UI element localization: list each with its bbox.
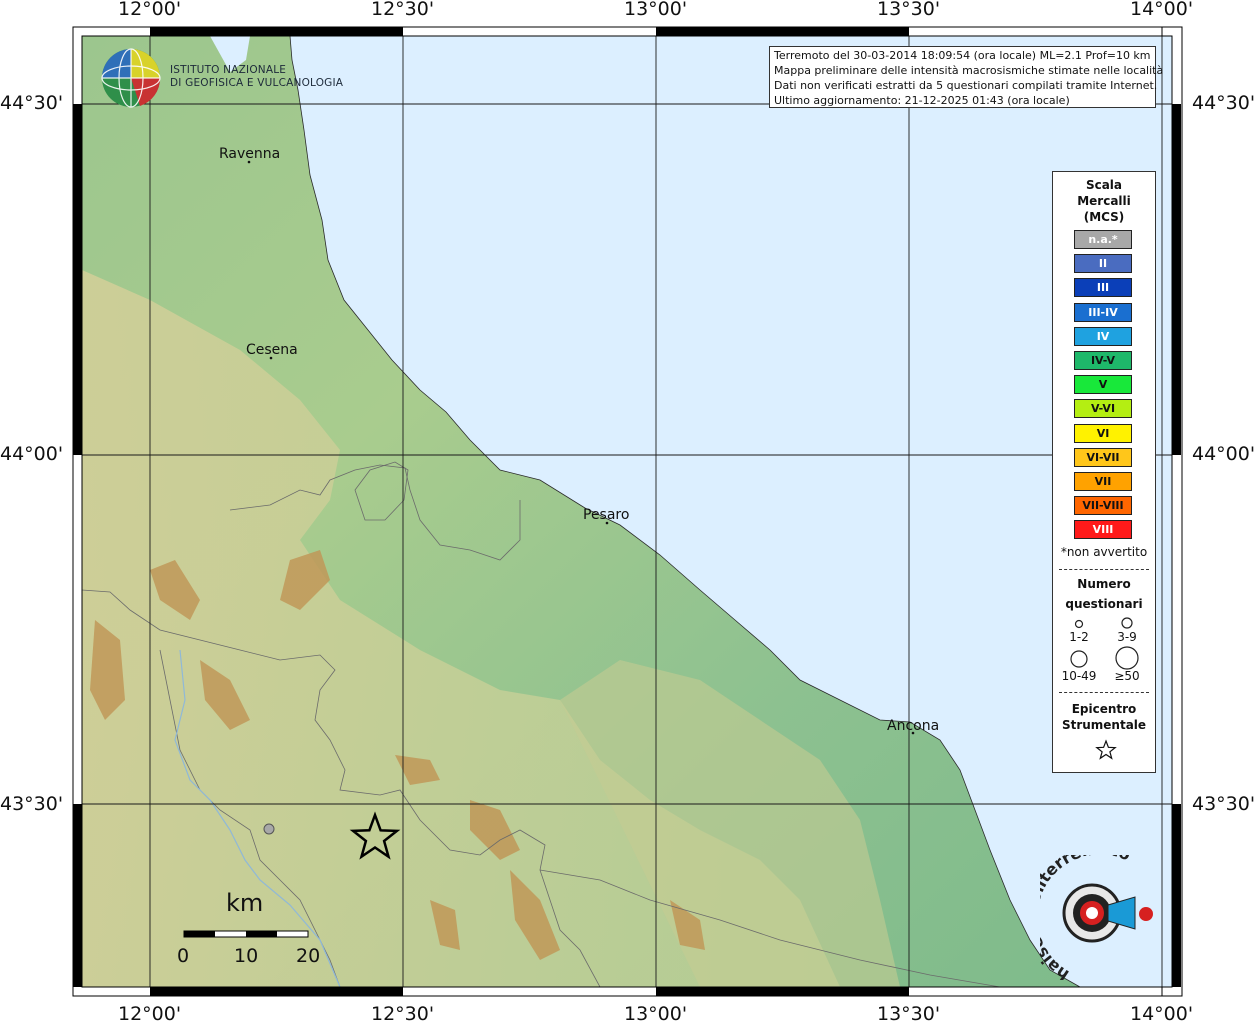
svg-text:haisentitoilterremoto.it: haisentitoilterremoto.it bbox=[1040, 855, 1133, 980]
intensity-swatch: III bbox=[1074, 278, 1132, 298]
lon-label-top: 13°00' bbox=[624, 0, 688, 20]
intensity-swatch: V-VI bbox=[1074, 399, 1132, 419]
size-circle-icon bbox=[1121, 617, 1133, 629]
scale-bar-tick: 10 bbox=[234, 945, 259, 967]
intensity-swatch: III-IV bbox=[1074, 302, 1132, 322]
intensity-swatch: IV bbox=[1074, 326, 1132, 346]
intensity-swatch: VI bbox=[1074, 423, 1132, 443]
lon-label-bottom: 14°00' bbox=[1130, 1003, 1194, 1025]
scale-bar-tick: 20 bbox=[296, 945, 321, 967]
city-label-ravenna: Ravenna bbox=[219, 146, 281, 162]
intensity-swatch: n.a.* bbox=[1074, 230, 1132, 249]
lat-label-right: 44°00' bbox=[1192, 443, 1256, 465]
lat-label-left: 43°30' bbox=[0, 793, 64, 815]
info-line: Ultimo aggiornamento: 21-12-2025 01:43 (… bbox=[774, 94, 1070, 107]
intensity-swatch: V bbox=[1074, 375, 1132, 395]
lon-label-top: 12°00' bbox=[118, 0, 182, 20]
city-label-ancona: Ancona bbox=[887, 718, 940, 734]
lon-label-bottom: 13°30' bbox=[877, 1003, 941, 1025]
size-circle-icon bbox=[1074, 619, 1084, 629]
lat-label-left: 44°30' bbox=[0, 92, 64, 114]
scale-bar-unit: km bbox=[226, 889, 264, 917]
intensity-point[interactable] bbox=[263, 823, 275, 835]
earthquake-info-box: Terremoto del 30-03-2014 18:09:54 (ora l… bbox=[769, 46, 1164, 108]
lon-label-bottom: 13°00' bbox=[624, 1003, 688, 1025]
city-label-cesena: Cesena bbox=[246, 342, 298, 358]
size-label: 1-2 bbox=[1069, 630, 1089, 644]
scale-bar-tick: 0 bbox=[177, 945, 190, 967]
lon-label-top: 13°30' bbox=[877, 0, 941, 20]
intensity-swatch: VIII bbox=[1074, 520, 1132, 540]
questionnaire-title: Numero questionari bbox=[1065, 577, 1143, 611]
lon-label-top: 12°30' bbox=[371, 0, 435, 20]
intensity-swatch: IV-V bbox=[1074, 351, 1132, 370]
lat-label-right: 43°30' bbox=[1192, 793, 1256, 815]
institute-name: ISTITUTO NAZIONALE DI GEOFISICA E VULCAN… bbox=[170, 64, 344, 89]
lat-label-right: 44°30' bbox=[1192, 92, 1256, 114]
website-logo-text: haisentitoilterremoto.it bbox=[1040, 855, 1133, 980]
legend-panel: Scala Mercalli (MCS) n.a.* II III III-IV IV I… bbox=[1052, 171, 1156, 773]
scale-bar bbox=[183, 930, 309, 938]
intensity-swatch: II bbox=[1074, 254, 1132, 274]
lon-label-top: 14°00' bbox=[1130, 0, 1194, 20]
intensity-swatch: VII-VIII bbox=[1074, 496, 1132, 516]
not-felt-note: *non avvertito bbox=[1060, 545, 1148, 559]
lon-label-bottom: 12°30' bbox=[371, 1003, 435, 1025]
size-circle-icon bbox=[1070, 650, 1088, 668]
city-label-pesaro: Pesaro bbox=[583, 507, 630, 523]
intensity-swatch: VI-VII bbox=[1074, 447, 1132, 467]
epicenter-legend-star-icon bbox=[1095, 739, 1117, 760]
size-label: 10-49 bbox=[1061, 669, 1097, 683]
lon-label-bottom: 12°00' bbox=[118, 1003, 182, 1025]
info-line: Dati non verificati estratti da 5 questi… bbox=[774, 79, 1158, 92]
size-label: 3-9 bbox=[1117, 630, 1137, 644]
intensity-swatch: VII bbox=[1074, 472, 1132, 491]
size-label: ≥50 bbox=[1114, 669, 1140, 683]
lat-label-left: 44°00' bbox=[0, 443, 64, 465]
epicenter-title: Epicentro Strumentale bbox=[1061, 702, 1147, 732]
legend-scale-title: Scala Mercalli (MCS) bbox=[1077, 178, 1131, 224]
size-circle-icon bbox=[1115, 646, 1139, 670]
info-line: Terremoto del 30-03-2014 18:09:54 (ora l… bbox=[774, 49, 1151, 62]
ingv-logo-icon bbox=[101, 48, 161, 108]
info-line: Mappa preliminare delle intensità macros… bbox=[774, 64, 1164, 77]
